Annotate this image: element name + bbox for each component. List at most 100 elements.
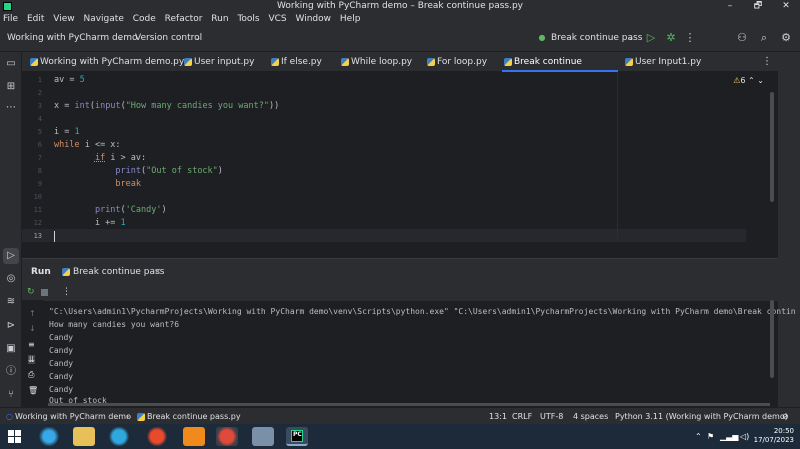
- structure-icon[interactable]: ⊞: [3, 79, 19, 95]
- menu-help[interactable]: Help: [337, 13, 364, 26]
- code-line: print("Out of stock"): [115, 166, 223, 176]
- tab-working-with-pycharm-demo[interactable]: Working with PyCharm demo.py: [28, 52, 184, 72]
- tabs-more-icon[interactable]: ⋮: [762, 56, 772, 67]
- tab-label: While loop.py: [351, 57, 413, 67]
- add-user-icon[interactable]: ⚇: [735, 31, 749, 45]
- line-number: 10: [33, 193, 42, 201]
- breadcrumb-file[interactable]: Break continue pass.py: [147, 412, 241, 421]
- menu-run[interactable]: Run: [208, 13, 231, 26]
- arrow-up-icon[interactable]: ↑: [29, 309, 36, 318]
- menu-edit[interactable]: Edit: [24, 13, 47, 26]
- console-vscrollbar[interactable]: [770, 300, 774, 378]
- terminal-icon[interactable]: ▣: [3, 341, 19, 357]
- menu-vcs[interactable]: VCS: [265, 13, 289, 26]
- notepad-icon[interactable]: [252, 427, 274, 446]
- code-line: x = int(input("How many candies you want…: [54, 101, 280, 111]
- file-explorer-icon[interactable]: [73, 427, 95, 446]
- tab-for-loop[interactable]: For loop.py: [425, 52, 487, 72]
- python-interpreter[interactable]: Python 3.11 (Working with PyCharm demo): [615, 412, 788, 421]
- close-run-tab-icon[interactable]: ×: [154, 267, 162, 277]
- more-tools-icon[interactable]: ⋯: [3, 100, 19, 116]
- pycharm-taskbar-icon[interactable]: PC: [286, 427, 308, 446]
- print-icon[interactable]: ⎙: [28, 370, 34, 380]
- run-tab-label[interactable]: Break continue pass: [73, 267, 164, 277]
- line-separator[interactable]: CRLF: [512, 412, 532, 421]
- menu-code[interactable]: Code: [130, 13, 159, 26]
- menu-view[interactable]: View: [50, 13, 77, 26]
- scroll-to-end-icon[interactable]: ⇊: [28, 355, 35, 364]
- windows-start-icon[interactable]: [4, 427, 24, 446]
- layers-icon[interactable]: ≋: [3, 294, 19, 310]
- code-line: i = 1: [54, 127, 80, 137]
- breadcrumb-project[interactable]: Working with PyCharm demo: [15, 412, 131, 421]
- console-line: Candy: [49, 385, 74, 394]
- more-icon[interactable]: ⋮: [683, 31, 697, 45]
- chevron-up-icon[interactable]: ⌃: [748, 76, 755, 85]
- debug-icon[interactable]: ✲: [664, 31, 678, 45]
- tray-chevron-icon[interactable]: ⌃: [695, 432, 702, 441]
- opera-icon[interactable]: [146, 427, 168, 446]
- console-hscrollbar[interactable]: [48, 403, 770, 406]
- python-file-icon: [137, 413, 145, 421]
- minimize-button[interactable]: –: [716, 0, 744, 13]
- line-number: 5: [37, 128, 42, 136]
- python-file-icon: [341, 58, 349, 66]
- status-bar: ○ Working with PyCharm demo › Break cont…: [0, 407, 800, 424]
- menu-refactor[interactable]: Refactor: [162, 13, 206, 26]
- soft-wrap-icon[interactable]: ≡: [28, 340, 35, 349]
- indent-setting[interactable]: 4 spaces: [573, 412, 608, 421]
- edge-browser-icon[interactable]: [108, 427, 130, 446]
- tab-if-else[interactable]: If else.py: [269, 52, 322, 72]
- inspection-widget[interactable]: ⚠6 ⌃ ⌄: [733, 76, 764, 85]
- tab-label: For loop.py: [437, 57, 488, 67]
- network-icon[interactable]: ▁▃▅: [720, 432, 738, 441]
- caret-position[interactable]: 13:1: [489, 412, 507, 421]
- menu-file[interactable]: File: [0, 13, 21, 26]
- git-icon[interactable]: ⑂: [3, 387, 19, 403]
- tab-while-loop[interactable]: While loop.py: [339, 52, 412, 72]
- menu-tools[interactable]: Tools: [234, 13, 262, 26]
- settings-icon[interactable]: ⚙: [779, 31, 793, 45]
- maximize-button[interactable]: 🗗: [744, 0, 772, 13]
- trash-icon[interactable]: 🗑: [28, 386, 38, 395]
- stop-icon[interactable]: [41, 289, 48, 296]
- run-icon[interactable]: ▷: [644, 31, 658, 45]
- chrome-icon[interactable]: [216, 427, 238, 446]
- console-line: Candy: [49, 359, 74, 368]
- text-cursor: [54, 231, 55, 242]
- project-folder-icon[interactable]: ▭: [3, 56, 19, 72]
- right-margin-guide: [617, 72, 618, 242]
- code-editor[interactable]: 1 2 3 4 5 6 7 8 9 10 11 12 13 av = 5 x =…: [22, 72, 778, 242]
- chevron-down-icon[interactable]: ⌄: [757, 76, 764, 85]
- volume-icon[interactable]: ◁): [740, 432, 749, 441]
- tab-user-input1[interactable]: User Input1.py: [623, 52, 701, 72]
- code-area[interactable]: av = 5 x = int(input("How many candies y…: [54, 72, 778, 242]
- python-file-icon: [184, 58, 192, 66]
- close-button[interactable]: ✕: [772, 0, 800, 13]
- flag-icon[interactable]: ⚑: [707, 432, 714, 441]
- system-clock[interactable]: 20:50 17/07/2023: [754, 427, 794, 445]
- more-icon[interactable]: ⋮: [62, 287, 71, 297]
- services-icon[interactable]: ⊳: [3, 318, 19, 334]
- arrow-down-icon[interactable]: ↓: [29, 324, 36, 333]
- left-tool-bar: ▭ ⊞ ⋯ ▷ ◎ ≋ ⊳ ▣ ⓘ ⑂: [0, 52, 22, 407]
- tab-user-input[interactable]: User input.py: [182, 52, 254, 72]
- menu-navigate[interactable]: Navigate: [80, 13, 126, 26]
- python-packages-icon[interactable]: ◎: [3, 271, 19, 287]
- vcs-selector[interactable]: Version control: [135, 33, 202, 43]
- menu-window[interactable]: Window: [293, 13, 335, 26]
- run-tool-icon[interactable]: ▷: [3, 248, 19, 264]
- tab-label: User input.py: [194, 57, 255, 67]
- file-encoding[interactable]: UTF-8: [540, 412, 563, 421]
- vlc-icon[interactable]: [183, 427, 205, 446]
- search-icon[interactable]: ⌕: [757, 31, 771, 45]
- problems-icon[interactable]: ⓘ: [3, 364, 19, 380]
- code-line: if i > av:: [94, 153, 147, 163]
- main-toolbar: Working with PyCharm demo ⌄ Version cont…: [0, 26, 800, 52]
- internet-explorer-icon[interactable]: [38, 427, 60, 446]
- editor-scrollbar[interactable]: [770, 92, 774, 202]
- lock-icon[interactable]: ⊘: [782, 412, 789, 421]
- tab-break-continue-pass[interactable]: Break continue pass.py×: [502, 52, 624, 87]
- rerun-icon[interactable]: ↻: [27, 287, 35, 297]
- run-tool-window: Run Break continue pass × ↻ ⋮: [22, 258, 778, 407]
